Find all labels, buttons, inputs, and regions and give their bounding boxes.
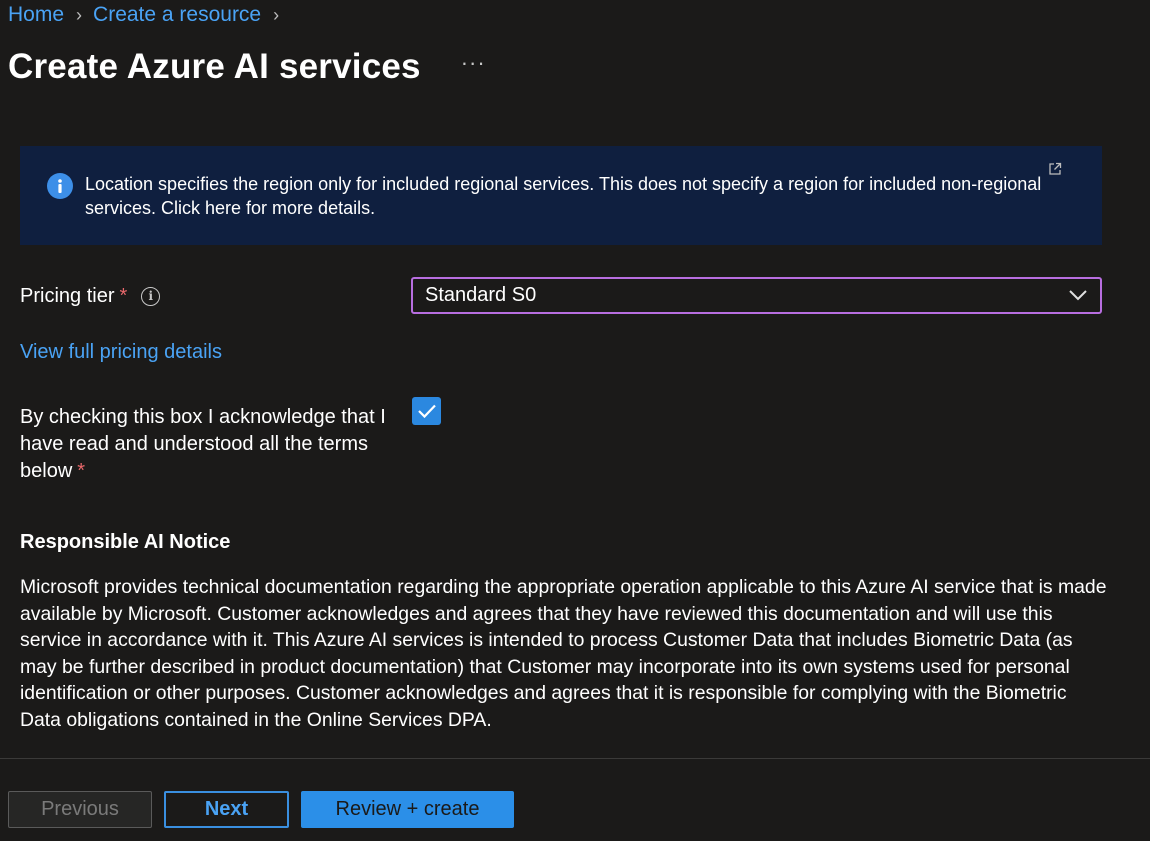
- info-icon: [47, 173, 73, 199]
- info-tooltip-icon[interactable]: i: [141, 286, 161, 306]
- breadcrumb: Home › Create a resource ›: [8, 2, 290, 28]
- footer-divider: [0, 758, 1150, 759]
- pricing-tier-select[interactable]: Standard S0: [411, 277, 1102, 314]
- external-link-icon[interactable]: [1048, 162, 1062, 176]
- chevron-right-icon: ›: [273, 5, 280, 25]
- next-button[interactable]: Next: [164, 791, 289, 828]
- notice-body: Microsoft provides technical documentati…: [20, 576, 1107, 731]
- pricing-tier-value: Standard S0: [425, 284, 537, 306]
- acknowledge-label-text: By checking this box I acknowledge that …: [20, 406, 386, 482]
- breadcrumb-home[interactable]: Home: [8, 2, 64, 28]
- info-banner-text: Location specifies the region only for i…: [85, 174, 1042, 218]
- chevron-down-icon: [1069, 290, 1087, 301]
- page-title: Create Azure AI services: [8, 47, 421, 86]
- view-pricing-link[interactable]: View full pricing details: [20, 341, 222, 364]
- required-marker: *: [77, 460, 86, 482]
- breadcrumb-create-resource[interactable]: Create a resource: [93, 2, 261, 28]
- title-row: Create Azure AI services ···: [8, 46, 486, 88]
- pricing-tier-label-text: Pricing tier: [20, 285, 115, 307]
- review-create-button[interactable]: Review + create: [301, 791, 514, 828]
- notice-heading: Responsible AI Notice: [20, 531, 231, 553]
- checkmark-icon: [417, 404, 436, 419]
- acknowledge-label: By checking this box I acknowledge that …: [20, 404, 400, 485]
- previous-button[interactable]: Previous: [8, 791, 152, 828]
- more-options-icon[interactable]: ···: [461, 50, 486, 76]
- pricing-tier-label: Pricing tier * i: [20, 284, 161, 308]
- chevron-right-icon: ›: [76, 5, 83, 25]
- info-banner[interactable]: Location specifies the region only for i…: [20, 146, 1102, 245]
- create-resource-page: Home › Create a resource › Create Azure …: [0, 0, 1150, 841]
- required-marker: *: [119, 285, 128, 307]
- acknowledge-checkbox[interactable]: [412, 397, 441, 425]
